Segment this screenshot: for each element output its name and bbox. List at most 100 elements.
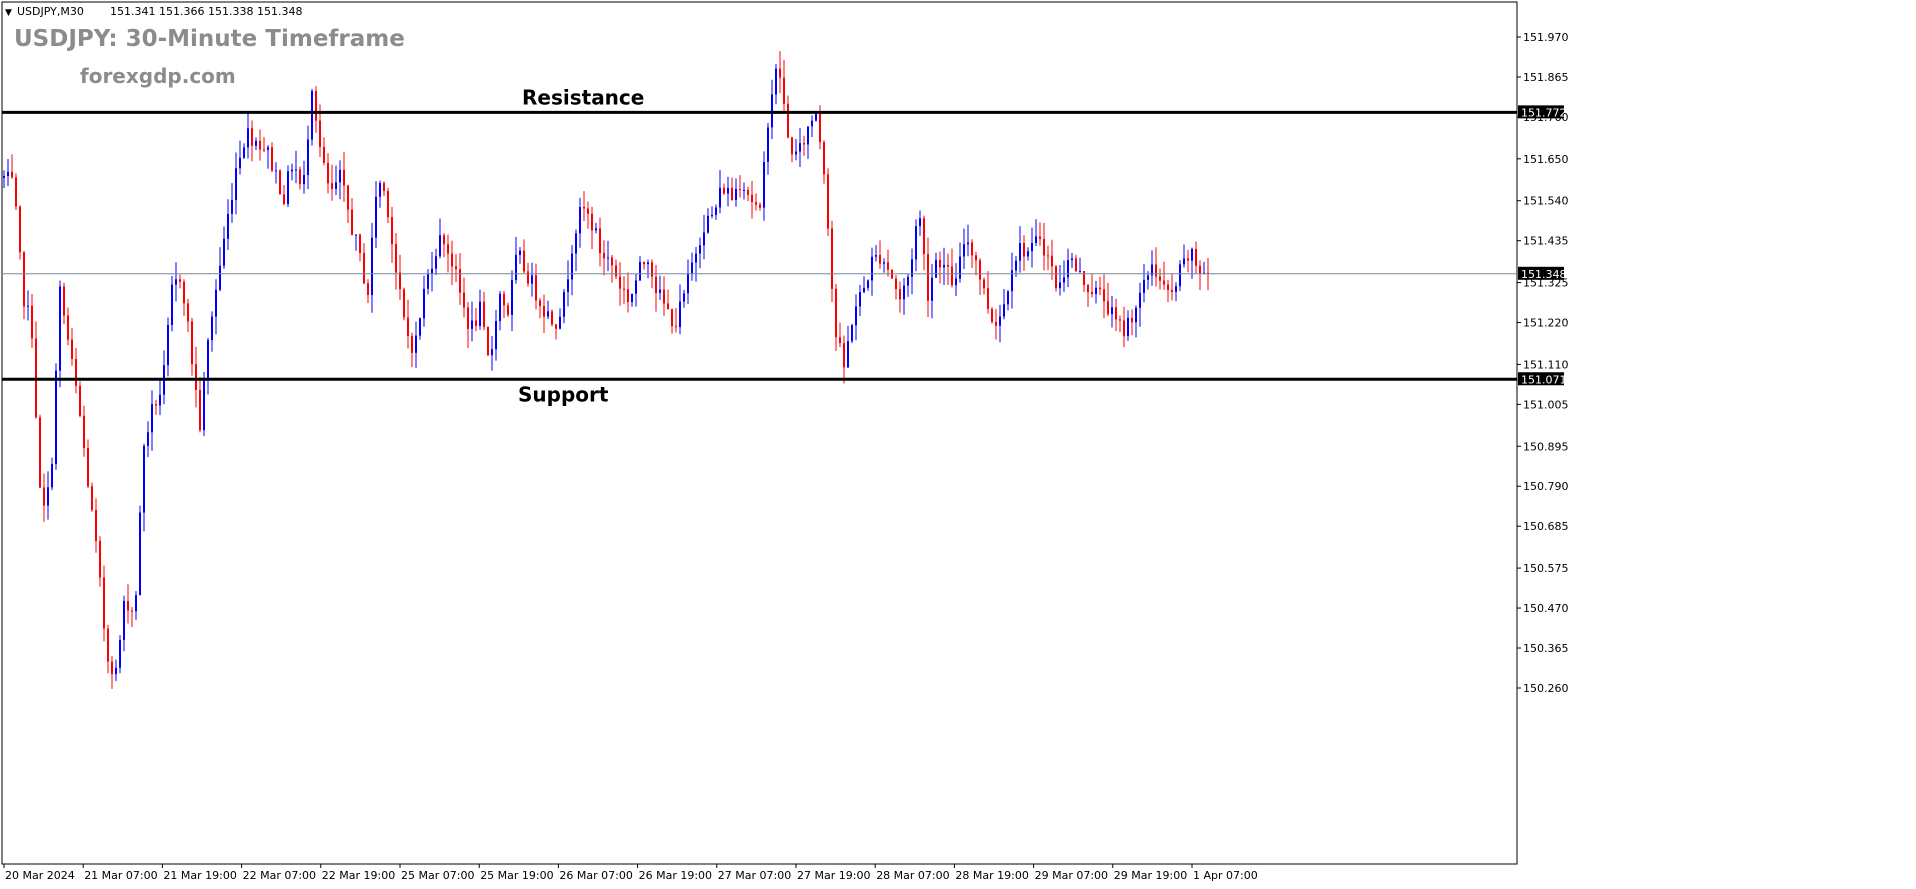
candle-body — [1123, 320, 1125, 337]
candle-body — [283, 194, 285, 205]
candle-body — [31, 305, 33, 339]
candle-body — [555, 324, 557, 329]
candle-body — [843, 343, 845, 368]
candle-body — [187, 303, 189, 322]
candle-body — [619, 276, 621, 289]
candle-body — [931, 277, 933, 301]
candle-body — [395, 244, 397, 273]
candle-body — [803, 143, 805, 145]
candle-body — [999, 316, 1001, 326]
candle-body — [115, 667, 117, 675]
candle-body — [959, 256, 961, 279]
candle-body — [471, 320, 473, 329]
candle-body — [571, 253, 573, 280]
candle-body — [595, 228, 597, 231]
candle-body — [939, 259, 941, 268]
candle-body — [943, 264, 945, 268]
candle-body — [631, 293, 633, 303]
candle — [551, 309, 553, 327]
candle-body — [307, 139, 309, 175]
time-axis: 20 Mar 2024 21 Mar 07:00 21 Mar 19:00 22 Ma… — [3, 864, 1258, 882]
candle — [279, 169, 281, 195]
candle-body — [95, 509, 97, 542]
candle — [15, 173, 17, 211]
candle — [403, 287, 405, 321]
candle-body — [11, 171, 13, 178]
candle-body — [1063, 277, 1065, 283]
candle-body — [987, 288, 989, 309]
candle-body — [235, 168, 237, 200]
candle-body — [1095, 287, 1097, 295]
candle-body — [355, 234, 357, 236]
candle-body — [1079, 271, 1081, 273]
candle-body — [427, 273, 429, 289]
candle-body — [599, 228, 601, 254]
candle-body — [87, 448, 89, 487]
candle-body — [203, 378, 205, 431]
site-watermark: forexgdp.com — [80, 64, 236, 88]
candle-body — [699, 245, 701, 254]
candle-body — [387, 190, 389, 218]
candle-body — [603, 253, 605, 259]
candle-body — [535, 275, 537, 301]
candle-body — [611, 257, 613, 266]
time-tick-label: 28 Mar 07:00 — [876, 869, 949, 882]
candle-body — [247, 128, 249, 148]
current-price-label: 151.348 — [1521, 268, 1567, 281]
candle-body — [831, 228, 833, 289]
candle-body — [703, 232, 705, 246]
candle-body — [663, 289, 665, 304]
candle-body — [503, 293, 505, 306]
candle-body — [715, 207, 717, 215]
candle-body — [719, 187, 721, 208]
candle-body — [483, 301, 485, 328]
candle-body — [1019, 243, 1021, 261]
candle — [991, 307, 993, 324]
candle-body — [667, 303, 669, 310]
candle — [203, 372, 205, 437]
candle-body — [731, 187, 733, 201]
candle-body — [707, 215, 709, 233]
candle-body — [775, 68, 777, 95]
resistance-price-label: 151.772 — [1521, 106, 1567, 119]
candle-body — [487, 327, 489, 356]
candle-body — [207, 340, 209, 379]
candle-body — [579, 207, 581, 234]
candle-body — [215, 289, 217, 317]
candle-body — [807, 126, 809, 145]
candle-body — [811, 120, 813, 127]
candle-body — [867, 280, 869, 288]
candle-body — [779, 68, 781, 78]
candle-body — [551, 311, 553, 325]
candle-body — [279, 170, 281, 195]
candle-body — [79, 385, 81, 416]
candle-body — [39, 417, 41, 488]
candle-body — [131, 610, 133, 612]
candle-body — [151, 404, 153, 433]
candle-body — [287, 171, 289, 205]
candle-body — [47, 487, 49, 506]
price-tick-label: 151.650 — [1523, 153, 1569, 166]
candle-body — [123, 600, 125, 640]
candle-body — [295, 169, 297, 171]
candle-body — [991, 308, 993, 322]
candle-body — [1099, 287, 1101, 290]
candle-body — [1067, 260, 1069, 278]
candle-body — [1071, 258, 1073, 261]
candle-body — [559, 316, 561, 329]
candle-body — [323, 146, 325, 163]
candle-body — [315, 91, 317, 121]
candle-body — [439, 235, 441, 257]
candle-body — [627, 289, 629, 303]
candle-body — [587, 208, 589, 214]
candle-body — [1091, 292, 1093, 295]
candle-body — [183, 281, 185, 304]
candle-body — [591, 213, 593, 231]
time-tick-label: 20 Mar 2024 — [5, 869, 75, 882]
candle-body — [995, 321, 997, 326]
candle-body — [155, 404, 157, 406]
candle-body — [171, 284, 173, 325]
candle-body — [1087, 284, 1089, 293]
candle-body — [583, 207, 585, 209]
candle-body — [783, 77, 785, 104]
